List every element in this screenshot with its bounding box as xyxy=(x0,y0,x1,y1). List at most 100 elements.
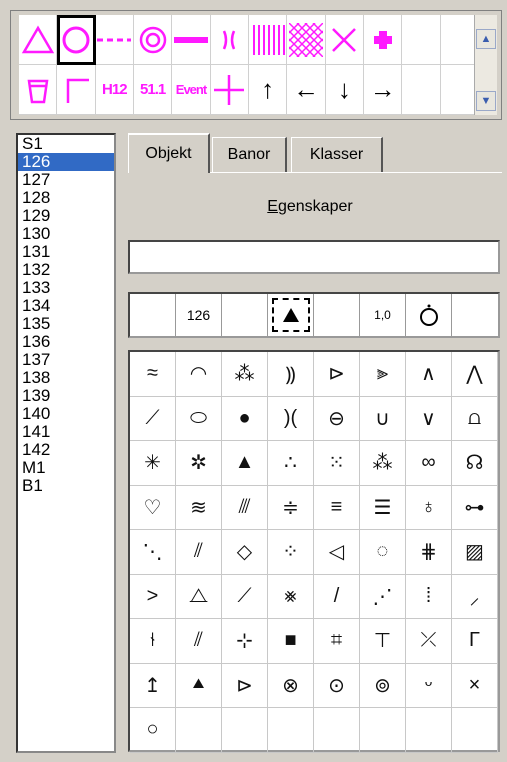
list-item[interactable]: 132 xyxy=(18,261,114,279)
symbol-cell[interactable]: ● xyxy=(222,396,268,441)
symbol-cell[interactable]: ∨ xyxy=(406,396,452,441)
symbol-cell[interactable]: ⬭ xyxy=(176,396,222,441)
attr-empty-cell[interactable] xyxy=(314,294,360,336)
palette-circle[interactable] xyxy=(57,15,96,65)
palette-text-event[interactable]: Event xyxy=(172,65,211,115)
symbol-cell[interactable]: ✳ xyxy=(130,441,176,486)
symbol-cell[interactable]: ⊳ xyxy=(222,663,268,708)
list-item[interactable]: 138 xyxy=(18,369,114,387)
list-item[interactable]: 127 xyxy=(18,171,114,189)
symbol-cell[interactable]: ⋰ xyxy=(360,574,406,619)
list-item[interactable]: 137 xyxy=(18,351,114,369)
symbol-cell[interactable]: ⊹ xyxy=(222,619,268,664)
symbol-cell[interactable]: ⤫ xyxy=(406,619,452,664)
palette-triangle[interactable] xyxy=(19,15,58,65)
symbol-cell[interactable]: ♁ xyxy=(406,485,452,530)
symbol-cell[interactable]: ↥ xyxy=(130,663,176,708)
symbol-cell[interactable]: ⊖ xyxy=(314,396,360,441)
tab-banor[interactable]: Banor xyxy=(212,137,287,172)
symbol-cell[interactable]: ◌ xyxy=(360,530,406,575)
symbol-cell[interactable]: ⨳ xyxy=(268,574,314,619)
symbol-cell[interactable]: ⸩ xyxy=(268,352,314,397)
symbol-cell[interactable]: ⊳ xyxy=(314,352,360,397)
symbol-cell[interactable]: ▲ xyxy=(222,441,268,486)
list-item[interactable]: S1 xyxy=(18,135,114,153)
list-item[interactable]: 130 xyxy=(18,225,114,243)
scroll-up-button[interactable]: ▲ xyxy=(476,29,496,49)
symbol-cell[interactable]: ⧍ xyxy=(176,574,222,619)
symbol-cell[interactable]: ☰ xyxy=(360,485,406,530)
symbol-cell[interactable]: ⁂ xyxy=(222,352,268,397)
palette-text-51-1[interactable]: 51.1 xyxy=(133,65,173,115)
palette-dashed-line[interactable] xyxy=(95,15,134,65)
symbol-cell[interactable]: ≑ xyxy=(268,485,314,530)
attr-empty-cell[interactable] xyxy=(452,294,498,336)
symbol-cell[interactable]: ᵕ xyxy=(406,663,452,708)
symbol-cell[interactable]: ⋱ xyxy=(130,530,176,575)
symbol-cell[interactable]: ⌗ xyxy=(314,619,360,664)
symbol-cell[interactable]: ☊ xyxy=(452,441,498,486)
symbol-cell[interactable]: ◠ xyxy=(176,352,222,397)
symbol-cell[interactable]: ⋕ xyxy=(406,530,452,575)
palette-scrollbar[interactable]: ▲ ▼ xyxy=(474,15,497,115)
symbol-cell[interactable]: ⊚ xyxy=(360,663,406,708)
control-list[interactable]: S1 126 127 128 129 130 131 132 133 134 135 136 137 13… xyxy=(16,133,116,753)
palette-double-circle[interactable] xyxy=(133,15,173,65)
symbol-cell[interactable]: ⊤ xyxy=(360,619,406,664)
symbol-cell[interactable]: ■ xyxy=(268,619,314,664)
symbol-cell[interactable]: ≡ xyxy=(314,485,360,530)
symbol-cell[interactable]: ♡ xyxy=(130,485,176,530)
list-item[interactable]: 141 xyxy=(18,423,114,441)
symbol-cell[interactable]: ⸝ xyxy=(452,574,498,619)
list-item[interactable]: 133 xyxy=(18,279,114,297)
list-item[interactable]: 136 xyxy=(18,333,114,351)
symbol-cell-empty[interactable] xyxy=(406,708,452,753)
symbol-cell[interactable]: ⫮ xyxy=(130,619,176,664)
list-item[interactable]: 129 xyxy=(18,207,114,225)
symbol-cell[interactable]: ⊶ xyxy=(452,485,498,530)
palette-cross[interactable] xyxy=(210,65,249,115)
symbol-cell[interactable]: > xyxy=(130,574,176,619)
attr-empty-cell[interactable] xyxy=(130,294,176,336)
symbol-cell[interactable]: ⫻ xyxy=(222,485,268,530)
palette-arrow-right[interactable]: → xyxy=(363,65,403,115)
palette-arrow-left[interactable]: ← xyxy=(287,65,326,115)
symbol-cell[interactable]: ⊗ xyxy=(268,663,314,708)
attr-scale-cell[interactable]: 1,0 xyxy=(360,294,406,336)
symbol-cell[interactable]: ≋ xyxy=(176,485,222,530)
symbol-cell[interactable]: ◁ xyxy=(314,530,360,575)
palette-corner[interactable] xyxy=(57,65,96,115)
symbol-cell[interactable]: ⫽ xyxy=(176,619,222,664)
list-item[interactable]: 128 xyxy=(18,189,114,207)
symbol-cell[interactable]: ⁙ xyxy=(314,441,360,486)
symbol-cell[interactable]: ⁞ xyxy=(406,574,452,619)
attr-empty-cell[interactable] xyxy=(222,294,268,336)
object-name-field[interactable] xyxy=(128,240,500,274)
palette-cross-hatch[interactable] xyxy=(287,15,326,65)
list-item[interactable]: 131 xyxy=(18,243,114,261)
symbol-cell[interactable]: / xyxy=(314,574,360,619)
symbol-cell[interactable]: ∪ xyxy=(360,396,406,441)
palette-arrow-up[interactable]: ↑ xyxy=(248,65,288,115)
symbol-cell[interactable]: ⟋ xyxy=(130,396,176,441)
symbol-cell-empty[interactable] xyxy=(176,708,222,753)
symbol-cell-empty[interactable] xyxy=(360,708,406,753)
list-item[interactable]: 126 xyxy=(18,153,114,171)
attr-symbol-cell[interactable] xyxy=(268,294,314,336)
palette-text-h12[interactable]: H12 xyxy=(95,65,134,115)
palette-arrow-down[interactable]: ↓ xyxy=(325,65,364,115)
symbol-cell[interactable]: ⩍ xyxy=(452,396,498,441)
palette-vertical-hatch[interactable] xyxy=(248,15,288,65)
list-item[interactable]: 140 xyxy=(18,405,114,423)
list-item[interactable]: M1 xyxy=(18,459,114,477)
list-item[interactable]: B1 xyxy=(18,477,114,495)
symbol-cell[interactable]: Γ xyxy=(452,619,498,664)
properties-label[interactable]: Egenskaper xyxy=(190,198,430,216)
symbol-cell[interactable]: ⊙ xyxy=(314,663,360,708)
tab-objekt[interactable]: Objekt xyxy=(128,133,210,173)
symbol-cell[interactable]: ⫽ xyxy=(176,530,222,575)
palette-cup[interactable] xyxy=(19,65,58,115)
symbol-cell[interactable]: ∧ xyxy=(406,352,452,397)
symbol-cell[interactable]: ⁘ xyxy=(268,530,314,575)
symbol-cell[interactable]: ⫸ xyxy=(360,352,406,397)
